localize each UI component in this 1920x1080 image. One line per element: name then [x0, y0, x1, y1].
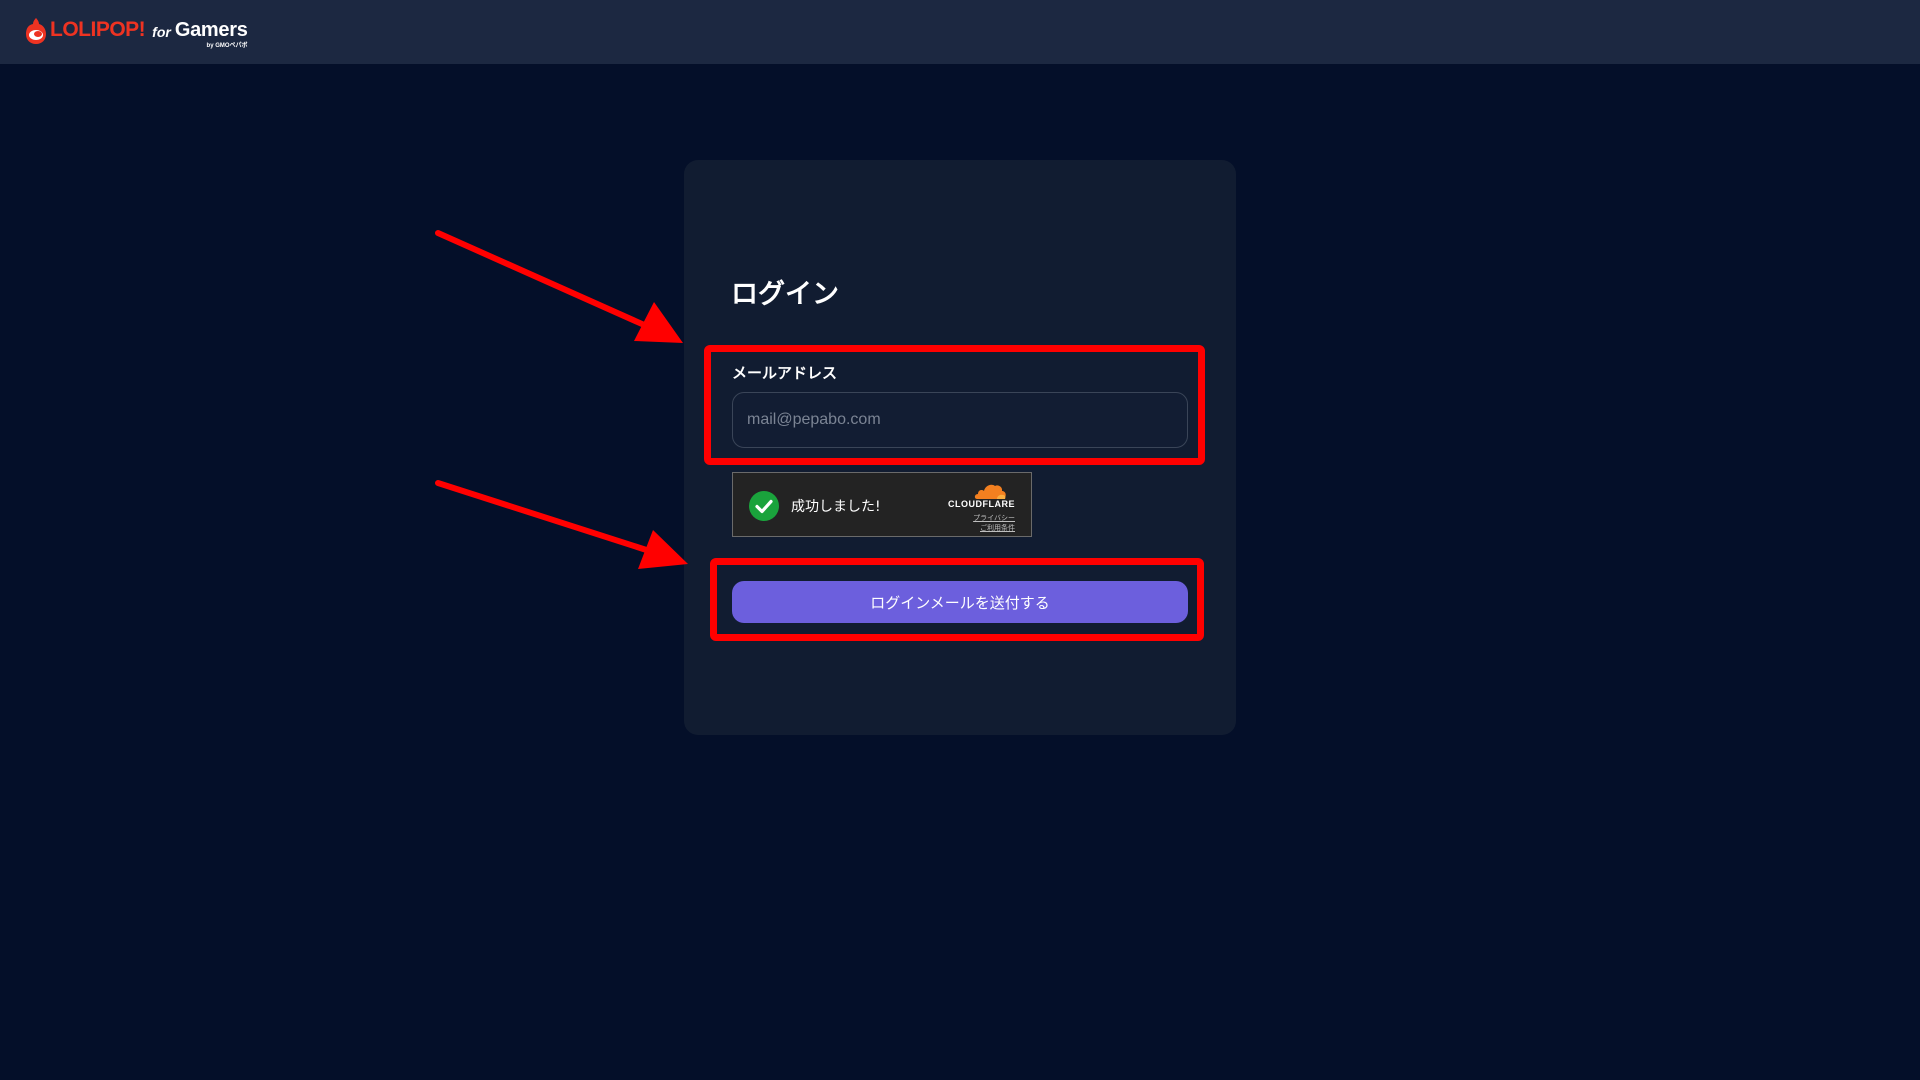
checkmark-circle-icon — [749, 491, 779, 521]
captcha-status-text: 成功しました! — [791, 499, 881, 515]
cloudflare-brand-text: CLOUDFLARE — [948, 499, 1015, 509]
login-card: ログイン メールアドレス 成功しました! CLOUDFLARE プライバシー ご… — [684, 160, 1236, 735]
annotation-arrow-submit — [435, 480, 688, 569]
logo-by-text: by GMOペパボ — [206, 43, 248, 49]
cloudflare-captcha-widget[interactable]: 成功しました! CLOUDFLARE プライバシー ご利用条件 — [732, 472, 1032, 537]
email-field[interactable] — [732, 392, 1188, 448]
email-label: メールアドレス — [732, 364, 838, 382]
logo-brand-text: LOLIPOP! — [50, 18, 146, 41]
page-title: ログイン — [731, 279, 839, 310]
send-login-email-button[interactable]: ログインメールを送付する — [732, 581, 1188, 623]
lolipop-logo-icon — [25, 17, 47, 45]
annotation-arrow-email — [435, 230, 683, 343]
logo-gamers-group: Gamers by GMOペパボ — [174, 16, 248, 49]
captcha-terms-link[interactable]: ご利用条件 — [980, 523, 1015, 533]
logo-for-text: for — [152, 24, 171, 40]
top-navigation-bar: LOLIPOP! for Gamers by GMOペパボ — [0, 0, 1920, 64]
captcha-privacy-link[interactable]: プライバシー — [973, 513, 1015, 523]
site-logo-link[interactable]: LOLIPOP! for Gamers by GMOペパボ — [25, 16, 248, 49]
cloudflare-cloud-icon — [973, 481, 1007, 501]
logo-gamers-text: Gamers — [174, 19, 248, 41]
